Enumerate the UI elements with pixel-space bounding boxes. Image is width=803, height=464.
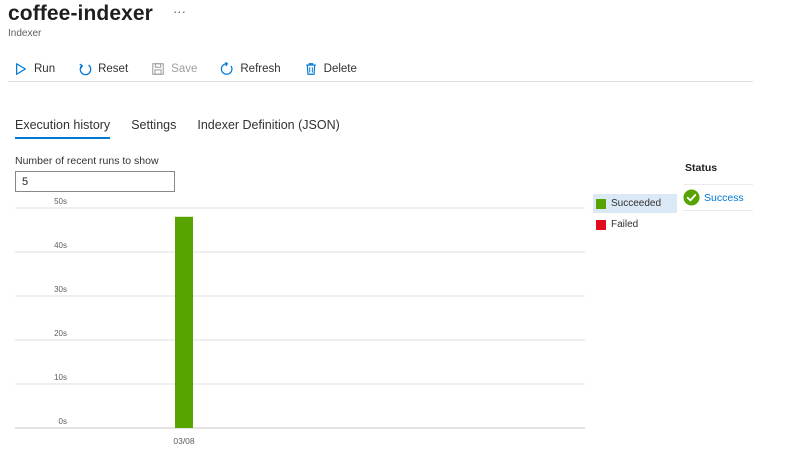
y-tick-label: 30s — [54, 285, 67, 294]
play-icon — [16, 62, 26, 75]
tab-list: Execution history Settings Indexer Defin… — [15, 118, 361, 139]
legend-swatch-failed — [596, 219, 606, 230]
reset-button[interactable]: Reset — [72, 58, 132, 80]
reset-label: Reset — [98, 62, 129, 75]
y-tick-label: 50s — [54, 197, 67, 206]
chart-legend: Succeeded Failed — [593, 194, 677, 236]
tab-settings[interactable]: Settings — [131, 118, 176, 139]
tab-execution-history[interactable]: Execution history — [15, 118, 111, 139]
save-icon — [152, 62, 164, 75]
delete-button[interactable]: Delete — [298, 58, 361, 80]
runs-label: Number of recent runs to show — [15, 155, 159, 167]
chart-svg: 0s 10s 20s 30s 40s 50s 03/08 — [15, 197, 585, 446]
trash-icon — [305, 62, 316, 75]
recent-runs-input[interactable] — [15, 171, 175, 192]
status-row: Success — [683, 184, 753, 211]
y-tick-label: 0s — [59, 417, 67, 426]
legend-label-failed: Failed — [611, 219, 639, 230]
legend-item-failed[interactable]: Failed — [593, 215, 677, 234]
run-button[interactable]: Run — [8, 58, 59, 80]
page-title: coffee-indexer — [8, 2, 153, 25]
command-bar: Run Reset Save Refresh Delete — [8, 56, 753, 82]
run-label: Run — [34, 62, 56, 75]
refresh-icon — [221, 61, 233, 75]
status-column-header: Status — [685, 162, 718, 174]
legend-item-succeeded[interactable]: Succeeded — [593, 194, 677, 213]
legend-label-succeeded: Succeeded — [611, 198, 662, 209]
title-row: coffee-indexer ··· — [8, 2, 186, 26]
bar-succeeded — [175, 216, 193, 428]
tab-indexer-definition[interactable]: Indexer Definition (JSON) — [197, 118, 339, 139]
refresh-button[interactable]: Refresh — [214, 58, 284, 80]
execution-history-chart: 0s 10s 20s 30s 40s 50s 03/08 — [0, 192, 600, 452]
refresh-label: Refresh — [240, 62, 281, 75]
y-tick-label: 40s — [54, 241, 67, 250]
status-success-link[interactable]: Success — [704, 192, 744, 204]
x-tick-label: 03/08 — [173, 436, 195, 446]
indexer-page: coffee-indexer ··· Indexer Run Reset Sav… — [0, 0, 803, 464]
reset-icon — [79, 63, 92, 75]
page-subtitle: Indexer — [8, 28, 42, 39]
check-circle-icon — [683, 189, 700, 206]
y-tick-label: 10s — [54, 373, 67, 382]
legend-swatch-succeeded — [596, 198, 606, 209]
save-label: Save — [171, 62, 198, 75]
save-button[interactable]: Save — [145, 58, 201, 80]
delete-label: Delete — [323, 62, 357, 75]
y-tick-label: 20s — [54, 329, 67, 338]
more-options-icon[interactable]: ··· — [173, 4, 186, 19]
